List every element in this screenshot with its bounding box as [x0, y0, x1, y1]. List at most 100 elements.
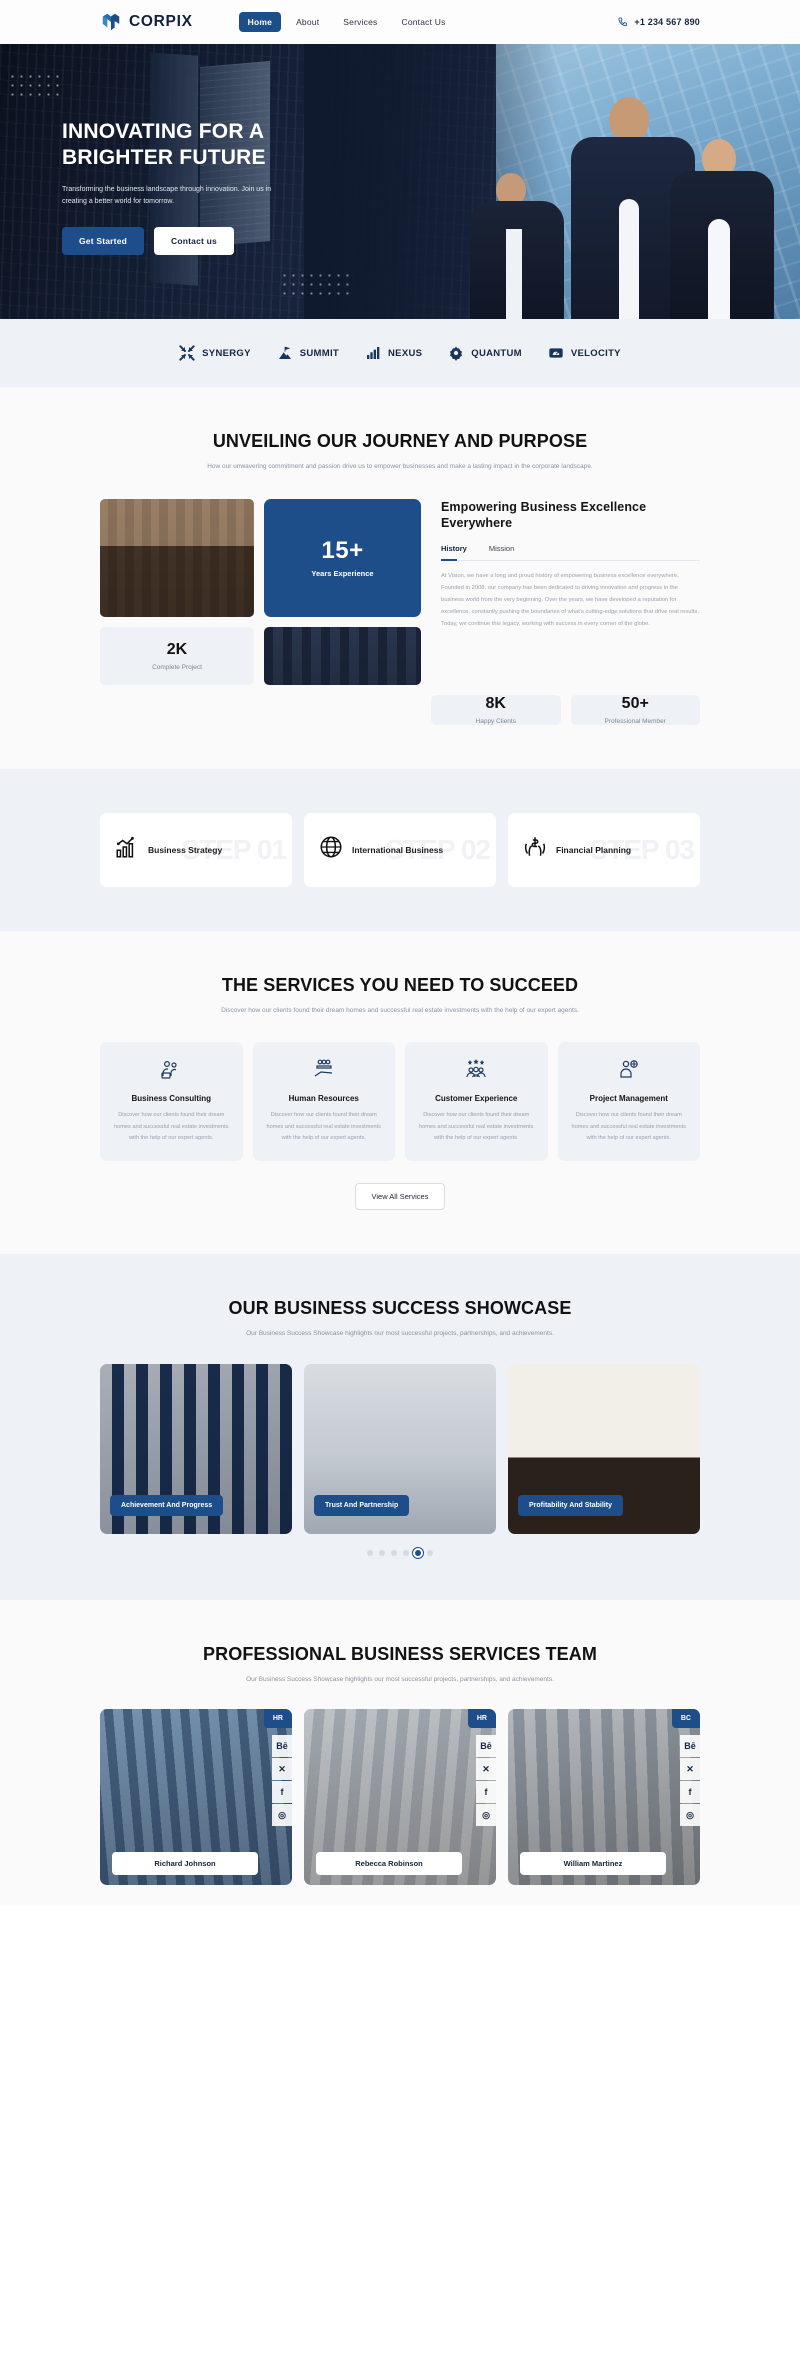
stat-label-0: Complete Project — [152, 663, 202, 671]
team-name-1: Rebecca Robinson — [316, 1852, 462, 1876]
team-badge-2: BC — [671, 1709, 700, 1729]
brand-quantum: QUANTUM — [448, 345, 522, 361]
showcase-tag-2: Profitability And Stability — [518, 1494, 623, 1516]
get-started-button[interactable]: Get Started — [62, 226, 145, 255]
partner-logos-strip: SYNERGY SUMMIT NEXUS QUANTUM VELOCITY — [0, 319, 800, 387]
behance-icon[interactable]: Bē — [680, 1735, 700, 1758]
stat-number-2: 50+ — [621, 694, 649, 712]
hands-dollar-icon — [522, 834, 548, 865]
brand-name: CORPIX — [129, 13, 193, 30]
pagination-dot-2[interactable] — [391, 1549, 397, 1556]
logo-block[interactable]: CORPIX — [100, 11, 193, 33]
showcase-card-1[interactable]: Trust And Partnership — [304, 1363, 496, 1534]
pagination-dot-5[interactable] — [427, 1549, 433, 1556]
about-section: UNVEILING OUR JOURNEY AND PURPOSE How ou… — [0, 387, 800, 769]
team-badge-0: HR — [263, 1709, 292, 1729]
showcase-grid: Achievement And Progress Trust And Partn… — [100, 1363, 700, 1534]
x-twitter-icon[interactable]: ✕ — [680, 1758, 700, 1781]
contact-us-button[interactable]: Contact us — [154, 226, 234, 255]
services-section: THE SERVICES YOU NEED TO SUCCEED Discove… — [0, 930, 800, 1254]
about-office-photo — [100, 498, 254, 617]
nav-item-about[interactable]: About — [287, 12, 328, 32]
hero-buttons: Get Started Contact us — [62, 226, 300, 255]
pagination-dot-4-active[interactable] — [415, 1549, 421, 1556]
about-heading: Empowering Business Excellence Everywher… — [441, 499, 647, 530]
stat-label-1: Happy Clients — [475, 717, 516, 725]
stat-card-happy-clients: 8K Happy Clients — [431, 694, 561, 725]
service-card-customer-experience[interactable]: Customer Experience Discover how our cli… — [405, 1042, 548, 1161]
bar-chart-line-icon — [114, 834, 140, 865]
service-title-1: Human Resources — [288, 1094, 359, 1104]
about-stats-row: 8K Happy Clients 50+ Professional Member — [100, 694, 700, 725]
site-header: CORPIX Home About Services Contact Us +1… — [0, 0, 800, 44]
step-card-international-business[interactable]: STEP 02 International Business — [304, 812, 496, 887]
nav-item-services[interactable]: Services — [334, 12, 386, 32]
about-text-block: Empowering Business Excellence Everywher… — [431, 499, 700, 685]
service-desc-2: Discover how our clients found their dre… — [419, 1112, 534, 1141]
nav-item-contact-us[interactable]: Contact Us — [392, 12, 454, 32]
hero-title-line-1: INNOVATING FOR A — [62, 120, 265, 143]
phone-number: +1 234 567 890 — [634, 17, 700, 27]
nav-item-home[interactable]: Home — [238, 12, 282, 32]
about-title: UNVEILING OUR JOURNEY AND PURPOSE — [212, 431, 588, 451]
stars-group-icon — [464, 1059, 488, 1085]
team-badge-1: HR — [467, 1709, 496, 1729]
service-card-business-consulting[interactable]: Business Consulting Discover how our cli… — [100, 1042, 243, 1161]
service-card-human-resources[interactable]: Human Resources Discover how our clients… — [252, 1042, 395, 1161]
instagram-icon[interactable]: ◎ — [476, 1804, 496, 1827]
facebook-icon[interactable]: f — [476, 1781, 496, 1804]
page-root: CORPIX Home About Services Contact Us +1… — [0, 0, 800, 1906]
brand-name-nexus: NEXUS — [388, 347, 423, 359]
brand-name-synergy: SYNERGY — [202, 347, 251, 359]
team-grid: HR Bē ✕ f ◎ Richard Johnson HR Bē ✕ f ◎ … — [100, 1709, 700, 1886]
team-section: PROFESSIONAL BUSINESS SERVICES TEAM Our … — [0, 1599, 800, 1906]
x-twitter-icon[interactable]: ✕ — [476, 1758, 496, 1781]
showcase-card-2[interactable]: Profitability And Stability — [508, 1363, 700, 1534]
hero-dots-bottom — [280, 271, 352, 301]
hero-people-photo — [452, 83, 782, 319]
instagram-icon[interactable]: ◎ — [680, 1804, 700, 1827]
globe-icon — [318, 834, 344, 865]
pagination-dot-3[interactable] — [403, 1549, 409, 1556]
pagination-dot-1[interactable] — [379, 1549, 385, 1556]
steps-section: STEP 01 Business Strategy STEP 02 Intern… — [0, 768, 800, 931]
team-subtitle: Our Business Success Showcase highlights… — [246, 1675, 554, 1683]
behance-icon[interactable]: Bē — [476, 1735, 496, 1758]
pagination-dot-0[interactable] — [367, 1549, 373, 1556]
stat-card-complete-project: 2K Complete Project — [100, 626, 254, 685]
hero-title-line-2: BRIGHTER FUTURE — [62, 145, 266, 169]
instagram-icon[interactable]: ◎ — [272, 1804, 292, 1827]
services-title: THE SERVICES YOU NEED TO SUCCEED — [221, 974, 579, 995]
years-experience-card: 15+ Years Experience — [264, 498, 421, 617]
step-card-financial-planning[interactable]: STEP 03 Financial Planning — [508, 812, 700, 887]
services-subtitle: Discover how our clients found their dre… — [221, 1006, 579, 1014]
facebook-icon[interactable]: f — [272, 1781, 292, 1804]
view-all-services-button[interactable]: View All Services — [354, 1182, 446, 1210]
showcase-card-0[interactable]: Achievement And Progress — [100, 1363, 292, 1534]
hero-person-right — [662, 134, 782, 319]
team-card-2[interactable]: BC Bē ✕ f ◎ William Martinez — [508, 1709, 700, 1886]
brand-nexus: NEXUS — [365, 345, 422, 361]
behance-icon[interactable]: Bē — [272, 1735, 292, 1758]
tab-history[interactable]: History — [441, 544, 467, 562]
years-number: 15+ — [321, 537, 364, 565]
service-card-project-management[interactable]: Project Management Discover how our clie… — [557, 1042, 700, 1161]
main-nav: Home About Services Contact Us — [238, 12, 455, 32]
team-card-1[interactable]: HR Bē ✕ f ◎ Rebecca Robinson — [304, 1709, 496, 1886]
showcase-pagination — [0, 1549, 800, 1556]
tab-mission[interactable]: Mission — [489, 544, 514, 560]
about-team-photo — [264, 626, 421, 685]
x-twitter-icon[interactable]: ✕ — [272, 1758, 292, 1781]
person-gear-icon — [617, 1060, 641, 1085]
about-tabs: History Mission — [441, 544, 700, 562]
phone-icon — [618, 17, 628, 26]
team-card-0[interactable]: HR Bē ✕ f ◎ Richard Johnson — [100, 1709, 292, 1886]
brand-synergy: SYNERGY — [179, 345, 251, 361]
hand-people-icon — [312, 1059, 336, 1085]
header-phone[interactable]: +1 234 567 890 — [617, 17, 700, 28]
speed-meter-icon — [549, 348, 563, 358]
stat-label-2: Professional Member — [604, 717, 666, 725]
brand-name-velocity: VELOCITY — [570, 347, 621, 359]
step-card-business-strategy[interactable]: STEP 01 Business Strategy — [100, 812, 292, 887]
facebook-icon[interactable]: f — [680, 1781, 700, 1804]
